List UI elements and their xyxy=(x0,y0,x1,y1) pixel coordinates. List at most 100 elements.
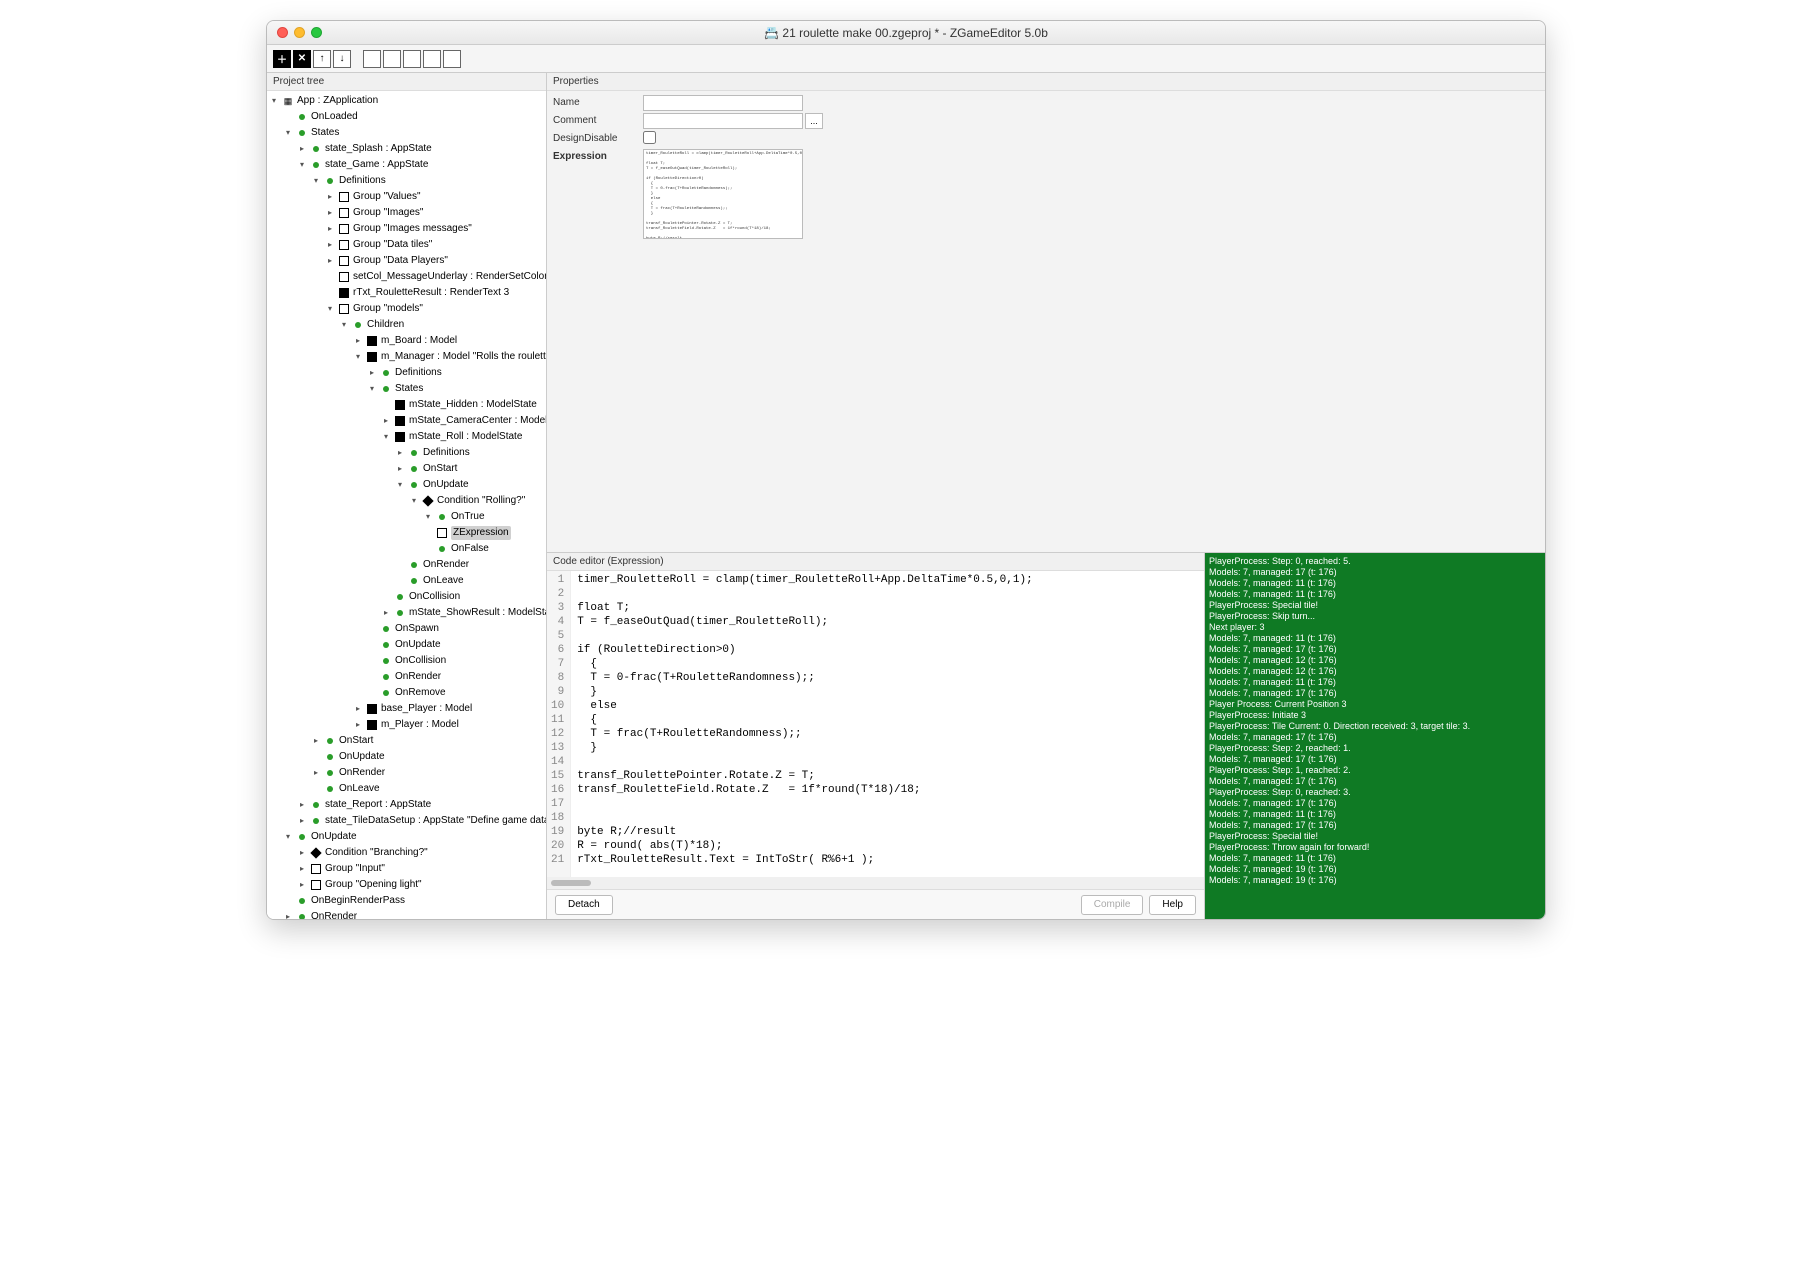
tree-item[interactable]: ▾mState_Roll : ModelState xyxy=(269,429,546,445)
tree-item[interactable]: ▾OnTrue xyxy=(269,509,546,525)
tree-item[interactable]: ▸OnStart xyxy=(269,461,546,477)
tree-item[interactable]: OnRender xyxy=(269,557,546,573)
expand-icon[interactable]: ▸ xyxy=(381,416,391,426)
tree-item[interactable]: ▸Group "Input" xyxy=(269,861,546,877)
tree-item[interactable]: ▾Definitions xyxy=(269,173,546,189)
code-editor[interactable]: 123456789101112131415161718192021 timer_… xyxy=(547,571,1204,877)
tree-item[interactable]: OnRender xyxy=(269,669,546,685)
expand-icon[interactable]: ▸ xyxy=(395,464,405,474)
tree-item[interactable]: ▸Group "Values" xyxy=(269,189,546,205)
collapse-icon[interactable]: ▾ xyxy=(395,480,405,490)
expand-icon[interactable]: ▸ xyxy=(353,704,363,714)
collapse-icon[interactable]: ▾ xyxy=(339,320,349,330)
compile-button[interactable]: Compile xyxy=(1081,895,1144,915)
tree-item[interactable]: ▸Definitions xyxy=(269,365,546,381)
expand-icon[interactable]: ▸ xyxy=(325,208,335,218)
tree-item[interactable]: ▸state_Report : AppState xyxy=(269,797,546,813)
prop-expression-preview[interactable]: timer_RouletteRoll = clamp(timer_Roulett… xyxy=(643,149,803,239)
tree-item[interactable]: ▸Group "Opening light" xyxy=(269,877,546,893)
tree-item[interactable]: ▸OnRender xyxy=(269,909,546,919)
help-button[interactable]: Help xyxy=(1149,895,1196,915)
expand-icon[interactable]: ▸ xyxy=(297,144,307,154)
collapse-icon[interactable]: ▾ xyxy=(381,432,391,442)
prop-comment-input[interactable] xyxy=(643,113,803,129)
expand-icon[interactable]: ▸ xyxy=(297,816,307,826)
expand-icon[interactable]: ▸ xyxy=(367,368,377,378)
expand-icon[interactable]: ▸ xyxy=(311,768,321,778)
tree-item[interactable]: OnRemove xyxy=(269,685,546,701)
tree-item[interactable]: ▾state_Game : AppState xyxy=(269,157,546,173)
tree-item[interactable]: OnBeginRenderPass xyxy=(269,893,546,909)
tree-item[interactable]: ▸Condition "Branching?" xyxy=(269,845,546,861)
tree-item[interactable]: ▸mState_CameraCenter : ModelState "Move xyxy=(269,413,546,429)
tree-item[interactable]: ▸Group "Images" xyxy=(269,205,546,221)
tree-item[interactable]: OnLeave xyxy=(269,573,546,589)
tree-item[interactable]: OnSpawn xyxy=(269,621,546,637)
editor-scrollbar[interactable] xyxy=(547,877,1204,889)
console-output[interactable]: PlayerProcess: Step: 0, reached: 5.Model… xyxy=(1205,553,1545,919)
toolbar-item-2[interactable] xyxy=(383,50,401,68)
tree-item[interactable]: mState_Hidden : ModelState xyxy=(269,397,546,413)
expand-icon[interactable]: ▸ xyxy=(311,736,321,746)
expand-icon[interactable]: ▸ xyxy=(297,864,307,874)
expand-icon[interactable]: ▸ xyxy=(325,192,335,202)
tree-item[interactable]: ▾States xyxy=(269,381,546,397)
toolbar-down-icon[interactable]: ↓ xyxy=(333,50,351,68)
tree-item[interactable]: OnUpdate xyxy=(269,637,546,653)
tree-item[interactable]: ZExpression xyxy=(269,525,546,541)
tree-item[interactable]: ▸m_Board : Model xyxy=(269,333,546,349)
collapse-icon[interactable]: ▾ xyxy=(283,128,293,138)
toolbar-up-icon[interactable]: ↑ xyxy=(313,50,331,68)
collapse-icon[interactable]: ▾ xyxy=(423,512,433,522)
tree-item[interactable]: ▾OnUpdate xyxy=(269,829,546,845)
expand-icon[interactable]: ▸ xyxy=(325,256,335,266)
toolbar-add-icon[interactable]: ＋ xyxy=(273,50,291,68)
detach-button[interactable]: Detach xyxy=(555,895,613,915)
tree-item[interactable]: OnLoaded xyxy=(269,109,546,125)
prop-name-input[interactable] xyxy=(643,95,803,111)
tree-item[interactable]: ▾m_Manager : Model "Rolls the roulette, … xyxy=(269,349,546,365)
collapse-icon[interactable]: ▾ xyxy=(353,352,363,362)
tree-item[interactable]: ▸Group "Data Players" xyxy=(269,253,546,269)
tree-item[interactable]: ▸mState_ShowResult : ModelState xyxy=(269,605,546,621)
code-text[interactable]: timer_RouletteRoll = clamp(timer_Roulett… xyxy=(571,571,1038,877)
expand-icon[interactable]: ▸ xyxy=(297,800,307,810)
tree-item[interactable]: ▸m_Player : Model xyxy=(269,717,546,733)
expand-icon[interactable]: ▸ xyxy=(325,224,335,234)
tree-item[interactable]: ▾Group "models" xyxy=(269,301,546,317)
tree-item[interactable]: ▸state_TileDataSetup : AppState "Define … xyxy=(269,813,546,829)
expand-icon[interactable]: ▸ xyxy=(395,448,405,458)
toolbar-item-3[interactable] xyxy=(403,50,421,68)
expand-icon[interactable]: ▸ xyxy=(297,880,307,890)
tree-item[interactable]: OnLeave xyxy=(269,781,546,797)
project-tree[interactable]: ▾▦App : ZApplicationOnLoaded▾States▸stat… xyxy=(267,91,546,919)
tree-item[interactable]: ▾Condition "Rolling?" xyxy=(269,493,546,509)
collapse-icon[interactable]: ▾ xyxy=(311,176,321,186)
tree-item[interactable]: OnFalse xyxy=(269,541,546,557)
tree-item[interactable]: ▸Group "Data tiles" xyxy=(269,237,546,253)
prop-comment-more-button[interactable]: ... xyxy=(805,113,823,129)
tree-item[interactable]: ▸OnStart xyxy=(269,733,546,749)
tree-item[interactable]: OnCollision xyxy=(269,589,546,605)
collapse-icon[interactable]: ▾ xyxy=(325,304,335,314)
expand-icon[interactable]: ▸ xyxy=(353,720,363,730)
tree-item[interactable]: ▸OnRender xyxy=(269,765,546,781)
tree-item[interactable]: OnUpdate xyxy=(269,749,546,765)
tree-item[interactable]: ▾▦App : ZApplication xyxy=(269,93,546,109)
toolbar-item-4[interactable] xyxy=(423,50,441,68)
tree-item[interactable]: ▾States xyxy=(269,125,546,141)
collapse-icon[interactable]: ▾ xyxy=(367,384,377,394)
collapse-icon[interactable]: ▾ xyxy=(283,832,293,842)
expand-icon[interactable]: ▸ xyxy=(325,240,335,250)
tree-item[interactable]: ▾OnUpdate xyxy=(269,477,546,493)
tree-item[interactable]: ▸state_Splash : AppState xyxy=(269,141,546,157)
tree-item[interactable]: ▸Definitions xyxy=(269,445,546,461)
tree-item[interactable]: ▾Children xyxy=(269,317,546,333)
tree-item[interactable]: rTxt_RouletteResult : RenderText 3 xyxy=(269,285,546,301)
tree-item[interactable]: setCol_MessageUnderlay : RenderSetColor xyxy=(269,269,546,285)
prop-designdisable-checkbox[interactable] xyxy=(643,131,656,144)
tree-item[interactable]: ▸base_Player : Model xyxy=(269,701,546,717)
tree-item[interactable]: OnCollision xyxy=(269,653,546,669)
collapse-icon[interactable]: ▾ xyxy=(269,96,279,106)
expand-icon[interactable]: ▸ xyxy=(297,848,307,858)
